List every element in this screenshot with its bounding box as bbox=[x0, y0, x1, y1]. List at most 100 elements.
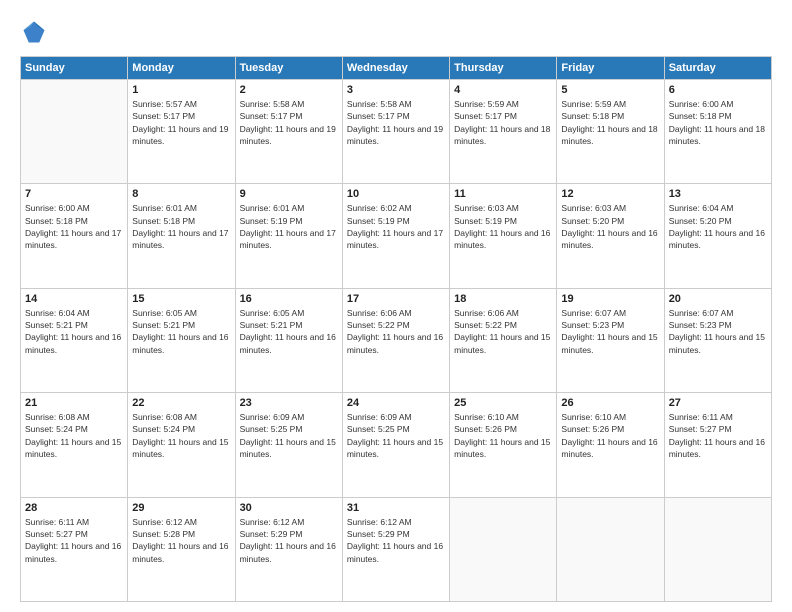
daylight-text: Daylight: 11 hours and 19 minutes. bbox=[347, 124, 443, 146]
day-info: Sunrise: 6:10 AMSunset: 5:26 PMDaylight:… bbox=[454, 411, 552, 460]
sunrise-text: Sunrise: 6:07 AM bbox=[561, 308, 626, 318]
day-info: Sunrise: 5:59 AMSunset: 5:17 PMDaylight:… bbox=[454, 98, 552, 147]
sunset-text: Sunset: 5:17 PM bbox=[454, 111, 517, 121]
day-number: 22 bbox=[132, 397, 230, 409]
day-number: 7 bbox=[25, 188, 123, 200]
sunrise-text: Sunrise: 6:01 AM bbox=[240, 203, 305, 213]
day-number: 31 bbox=[347, 502, 445, 514]
day-info: Sunrise: 6:07 AMSunset: 5:23 PMDaylight:… bbox=[669, 307, 767, 356]
calendar-cell: 19Sunrise: 6:07 AMSunset: 5:23 PMDayligh… bbox=[557, 288, 664, 392]
calendar-cell: 27Sunrise: 6:11 AMSunset: 5:27 PMDayligh… bbox=[664, 393, 771, 497]
day-info: Sunrise: 6:04 AMSunset: 5:20 PMDaylight:… bbox=[669, 202, 767, 251]
sunset-text: Sunset: 5:29 PM bbox=[347, 529, 410, 539]
sunrise-text: Sunrise: 6:08 AM bbox=[25, 412, 90, 422]
calendar-cell: 22Sunrise: 6:08 AMSunset: 5:24 PMDayligh… bbox=[128, 393, 235, 497]
sunset-text: Sunset: 5:24 PM bbox=[132, 424, 195, 434]
sunrise-text: Sunrise: 6:00 AM bbox=[25, 203, 90, 213]
day-info: Sunrise: 6:09 AMSunset: 5:25 PMDaylight:… bbox=[347, 411, 445, 460]
sunset-text: Sunset: 5:18 PM bbox=[25, 216, 88, 226]
day-info: Sunrise: 6:06 AMSunset: 5:22 PMDaylight:… bbox=[347, 307, 445, 356]
day-info: Sunrise: 6:05 AMSunset: 5:21 PMDaylight:… bbox=[132, 307, 230, 356]
calendar-cell: 5Sunrise: 5:59 AMSunset: 5:18 PMDaylight… bbox=[557, 80, 664, 184]
daylight-text: Daylight: 11 hours and 16 minutes. bbox=[669, 228, 765, 250]
calendar-cell: 16Sunrise: 6:05 AMSunset: 5:21 PMDayligh… bbox=[235, 288, 342, 392]
calendar-table: SundayMondayTuesdayWednesdayThursdayFrid… bbox=[20, 56, 772, 602]
day-number: 6 bbox=[669, 84, 767, 96]
calendar-cell: 3Sunrise: 5:58 AMSunset: 5:17 PMDaylight… bbox=[342, 80, 449, 184]
day-info: Sunrise: 6:05 AMSunset: 5:21 PMDaylight:… bbox=[240, 307, 338, 356]
sunset-text: Sunset: 5:17 PM bbox=[347, 111, 410, 121]
sunset-text: Sunset: 5:20 PM bbox=[669, 216, 732, 226]
calendar-week-row: 7 Sunrise: 6:00 AM Sunset: 5:18 PM Daylight… bbox=[21, 184, 772, 288]
daylight-text: Daylight: 11 hours and 15 minutes. bbox=[454, 332, 550, 354]
day-info: Sunrise: 6:04 AMSunset: 5:21 PMDaylight:… bbox=[25, 307, 123, 356]
day-number: 25 bbox=[454, 397, 552, 409]
daylight-text: Daylight: 11 hours and 16 minutes. bbox=[669, 437, 765, 459]
sunset-text: Sunset: 5:22 PM bbox=[347, 320, 410, 330]
calendar-cell: 4Sunrise: 5:59 AMSunset: 5:17 PMDaylight… bbox=[450, 80, 557, 184]
sunset-text: Sunset: 5:17 PM bbox=[240, 111, 303, 121]
daylight-text: Daylight: 11 hours and 16 minutes. bbox=[561, 228, 657, 250]
calendar-cell bbox=[450, 497, 557, 601]
sunset-text: Sunset: 5:24 PM bbox=[25, 424, 88, 434]
sunrise-text: Sunrise: 5:58 AM bbox=[347, 99, 412, 109]
sunset-text: Sunset: 5:27 PM bbox=[25, 529, 88, 539]
sunset-text: Sunset: 5:25 PM bbox=[347, 424, 410, 434]
daylight-text: Daylight: 11 hours and 15 minutes. bbox=[25, 437, 121, 459]
day-info: Sunrise: 6:00 AM Sunset: 5:18 PM Daylight:… bbox=[669, 98, 767, 147]
day-info: Sunrise: 6:09 AMSunset: 5:25 PMDaylight:… bbox=[240, 411, 338, 460]
calendar-cell: 26Sunrise: 6:10 AMSunset: 5:26 PMDayligh… bbox=[557, 393, 664, 497]
day-number: 17 bbox=[347, 293, 445, 305]
sunrise-text: Sunrise: 6:07 AM bbox=[669, 308, 734, 318]
daylight-text: Daylight: 11 hours and 19 minutes. bbox=[240, 124, 336, 146]
day-number: 30 bbox=[240, 502, 338, 514]
weekday-header-friday: Friday bbox=[557, 57, 664, 80]
day-number: 11 bbox=[454, 188, 552, 200]
calendar-cell: 9 Sunrise: 6:01 AM Sunset: 5:19 PM Daylight… bbox=[235, 184, 342, 288]
calendar-cell: 11Sunrise: 6:03 AMSunset: 5:19 PMDayligh… bbox=[450, 184, 557, 288]
calendar-cell: 6 Sunrise: 6:00 AM Sunset: 5:18 PM Daylight… bbox=[664, 80, 771, 184]
sunset-text: Sunset: 5:19 PM bbox=[347, 216, 410, 226]
sunrise-text: Sunrise: 6:00 AM bbox=[669, 99, 734, 109]
sunset-text: Sunset: 5:28 PM bbox=[132, 529, 195, 539]
calendar-cell: 2Sunrise: 5:58 AMSunset: 5:17 PMDaylight… bbox=[235, 80, 342, 184]
daylight-text: Daylight: 11 hours and 17 minutes. bbox=[240, 228, 336, 250]
day-number: 18 bbox=[454, 293, 552, 305]
sunrise-text: Sunrise: 6:08 AM bbox=[132, 412, 197, 422]
sunset-text: Sunset: 5:18 PM bbox=[132, 216, 195, 226]
calendar-cell: 12Sunrise: 6:03 AMSunset: 5:20 PMDayligh… bbox=[557, 184, 664, 288]
day-number: 27 bbox=[669, 397, 767, 409]
day-info: Sunrise: 6:07 AMSunset: 5:23 PMDaylight:… bbox=[561, 307, 659, 356]
daylight-text: Daylight: 11 hours and 18 minutes. bbox=[669, 124, 765, 146]
sunset-text: Sunset: 5:18 PM bbox=[669, 111, 732, 121]
weekday-header-sunday: Sunday bbox=[21, 57, 128, 80]
sunset-text: Sunset: 5:29 PM bbox=[240, 529, 303, 539]
day-number: 26 bbox=[561, 397, 659, 409]
sunrise-text: Sunrise: 6:10 AM bbox=[454, 412, 519, 422]
daylight-text: Daylight: 11 hours and 16 minutes. bbox=[454, 228, 550, 250]
day-number: 21 bbox=[25, 397, 123, 409]
daylight-text: Daylight: 11 hours and 16 minutes. bbox=[240, 541, 336, 563]
calendar-cell: 13Sunrise: 6:04 AMSunset: 5:20 PMDayligh… bbox=[664, 184, 771, 288]
calendar-cell: 14Sunrise: 6:04 AMSunset: 5:21 PMDayligh… bbox=[21, 288, 128, 392]
weekday-header-tuesday: Tuesday bbox=[235, 57, 342, 80]
calendar-cell: 18 Sunrise: 6:06 AMSunset: 5:22 PMDayligh… bbox=[450, 288, 557, 392]
day-number: 12 bbox=[561, 188, 659, 200]
day-info: Sunrise: 6:06 AMSunset: 5:22 PMDaylight:… bbox=[454, 307, 552, 356]
calendar-cell: 23Sunrise: 6:09 AMSunset: 5:25 PMDayligh… bbox=[235, 393, 342, 497]
day-info: Sunrise: 6:01 AMSunset: 5:18 PMDaylight:… bbox=[132, 202, 230, 251]
weekday-header-thursday: Thursday bbox=[450, 57, 557, 80]
calendar-week-row: 28Sunrise: 6:11 AMSunset: 5:27 PMDayligh… bbox=[21, 497, 772, 601]
sunset-text: Sunset: 5:19 PM bbox=[240, 216, 303, 226]
day-number: 9 bbox=[240, 188, 338, 200]
logo bbox=[20, 18, 52, 46]
daylight-text: Daylight: 11 hours and 16 minutes. bbox=[561, 437, 657, 459]
sunrise-text: Sunrise: 6:05 AM bbox=[240, 308, 305, 318]
header bbox=[20, 18, 772, 46]
sunrise-text: Sunrise: 6:01 AM bbox=[132, 203, 197, 213]
daylight-text: Daylight: 11 hours and 18 minutes. bbox=[561, 124, 657, 146]
day-info: Sunrise: 5:57 AMSunset: 5:17 PMDaylight:… bbox=[132, 98, 230, 147]
sunrise-text: Sunrise: 5:58 AM bbox=[240, 99, 305, 109]
day-info: Sunrise: 6:08 AMSunset: 5:24 PMDaylight:… bbox=[132, 411, 230, 460]
calendar-cell bbox=[557, 497, 664, 601]
